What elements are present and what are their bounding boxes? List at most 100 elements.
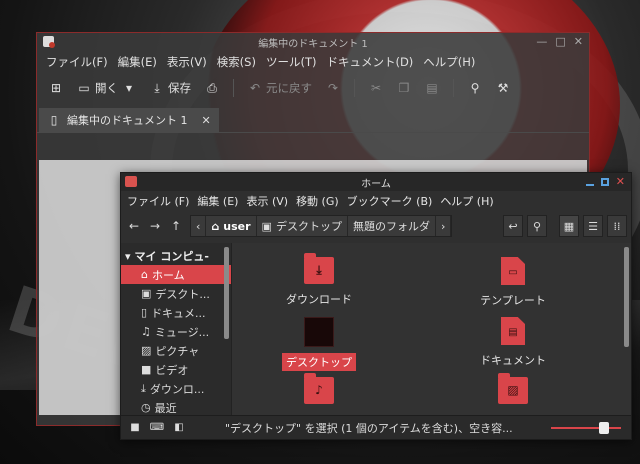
file-view[interactable]: ⤓ ダウンロード ▭ テンプレート デスクトップ ▤ ドキュメント ♪ ▨ xyxy=(231,243,631,415)
menu-edit[interactable]: 編集 (E) xyxy=(193,193,242,209)
compact-view-icon[interactable]: ⁞⁞ xyxy=(607,215,627,237)
scissors-icon: ✂ xyxy=(370,81,382,95)
home-icon: ⌂ xyxy=(141,268,148,281)
list-view-icon[interactable]: ☰ xyxy=(583,215,603,237)
sidebar-section-label: マイ コンピュ- xyxy=(134,250,209,263)
documents-folder-icon: ▤ xyxy=(501,317,525,345)
redo-icon: ↷ xyxy=(327,81,339,95)
menu-tools[interactable]: ツール(T) xyxy=(261,54,322,70)
paste-button[interactable]: ▤ xyxy=(421,79,443,97)
terminal-icon[interactable]: ⌨ xyxy=(149,420,165,436)
folder-item-desktop[interactable]: デスクトップ xyxy=(264,317,374,371)
breadcrumb-scroll-left[interactable]: ‹ xyxy=(191,216,207,236)
sidebar-item-pictures[interactable]: ▨ ピクチャ xyxy=(121,341,231,360)
menu-help[interactable]: ヘルプ(H) xyxy=(418,54,480,70)
search-icon[interactable]: ⚲ xyxy=(527,215,547,237)
toolbar-spacer xyxy=(551,215,555,237)
editor-titlebar[interactable]: 編集中のドキュメント 1 — □ ✕ xyxy=(37,33,589,51)
folder-item-pictures[interactable]: ▨ xyxy=(458,373,568,404)
breadcrumb-untitled-folder[interactable]: 無題のフォルダ xyxy=(348,216,436,236)
menu-file[interactable]: ファイル (F) xyxy=(123,193,193,209)
sidebar-item-downloads[interactable]: ⤓ ダウンロ... xyxy=(121,379,231,398)
folder-item-music[interactable]: ♪ xyxy=(264,373,374,404)
chevron-down-icon[interactable]: ▾ xyxy=(122,81,136,95)
maximize-button[interactable]: □ xyxy=(555,35,565,48)
zoom-slider-track[interactable] xyxy=(551,426,621,429)
icon-view-icon[interactable]: ▦ xyxy=(559,215,579,237)
download-icon: ⤓ xyxy=(141,381,146,395)
undo-button-label: 元に戻す xyxy=(266,81,312,95)
sidebar-toggle-icon[interactable]: ◧ xyxy=(171,420,187,436)
undo-button[interactable]: ↶ 元に戻す xyxy=(244,78,316,98)
new-document-button[interactable]: ⊞ xyxy=(45,79,67,97)
breadcrumb-home[interactable]: ⌂ user xyxy=(206,216,257,236)
sidebar-item-documents[interactable]: ▯ ドキュメ... xyxy=(121,303,231,322)
folder-item-documents[interactable]: ▤ ドキュメント xyxy=(458,317,568,369)
picture-icon: ▨ xyxy=(141,344,152,357)
menu-edit[interactable]: 編集(E) xyxy=(113,54,162,70)
folder-icon[interactable]: ■ xyxy=(127,420,143,436)
maximize-button[interactable] xyxy=(600,177,609,186)
toolbar-divider xyxy=(453,79,454,97)
sidebar-item-music[interactable]: ♫ ミュージ... xyxy=(121,322,231,341)
sidebar-scrollbar[interactable] xyxy=(224,247,229,339)
zoom-slider-handle[interactable] xyxy=(599,421,609,434)
find-button[interactable]: ⚲ xyxy=(464,79,486,97)
places-sidebar: ▾ マイ コンピュ- ⌂ ホーム ▣ デスクト... ▯ ドキュメ... ♫ ミ… xyxy=(121,243,231,415)
breadcrumb-scroll-right[interactable]: › xyxy=(436,216,452,236)
editor-window-title: 編集中のドキュメント 1 xyxy=(258,38,368,50)
minimize-button[interactable] xyxy=(585,183,594,186)
document-tab-label: 編集中のドキュメント 1 xyxy=(67,114,188,127)
chevron-down-icon[interactable]: ▾ xyxy=(125,250,131,263)
folder-app-icon xyxy=(125,176,137,187)
file-view-scrollbar[interactable] xyxy=(624,247,629,347)
sidebar-item-desktop[interactable]: ▣ デスクト... xyxy=(121,284,231,303)
sidebar-section-header[interactable]: ▾ マイ コンピュ- xyxy=(121,247,231,265)
open-button-label: 開く xyxy=(95,81,118,95)
new-document-icon: ⊞ xyxy=(50,81,62,95)
document-icon: ▯ xyxy=(141,306,148,319)
desktop-icon: ▣ xyxy=(141,287,152,300)
sidebar-item-recent[interactable]: ◷ 最近 xyxy=(121,398,231,415)
cut-button[interactable]: ✂ xyxy=(365,79,387,97)
folder-item-templates[interactable]: ▭ テンプレート xyxy=(458,257,568,309)
replace-button[interactable]: ⚒ xyxy=(492,79,514,97)
redo-button[interactable]: ↷ xyxy=(322,79,344,97)
menu-documents[interactable]: ドキュメント(D) xyxy=(321,54,418,70)
breadcrumb-desktop[interactable]: ▣ デスクトップ xyxy=(257,216,348,236)
breadcrumb-label: user xyxy=(223,219,251,233)
file-manager-window[interactable]: ホーム ✕ ファイル (F) 編集 (E) 表示 (V) 移動 (G) ブックマ… xyxy=(120,172,632,440)
print-button[interactable]: ⎙ xyxy=(201,79,223,98)
open-button[interactable]: ▭ 開く ▾ xyxy=(73,78,140,98)
tools-icon: ⚒ xyxy=(497,81,509,95)
menu-search[interactable]: 検索(S) xyxy=(212,54,261,70)
breadcrumb: ‹ ⌂ user ▣ デスクトップ 無題のフォルダ › xyxy=(190,215,453,237)
close-tab-icon[interactable]: ✕ xyxy=(202,114,211,127)
menu-bookmarks[interactable]: ブックマーク (B) xyxy=(343,193,437,209)
menu-file[interactable]: ファイル(F) xyxy=(41,54,113,70)
sidebar-item-home[interactable]: ⌂ ホーム xyxy=(121,265,231,284)
menu-help[interactable]: ヘルプ (H) xyxy=(436,193,497,209)
back-arrow-icon[interactable]: ← xyxy=(125,215,143,237)
editor-app-icon xyxy=(43,36,55,48)
document-tab[interactable]: ▯ 編集中のドキュメント 1 ✕ xyxy=(39,108,219,132)
up-arrow-icon[interactable]: ↑ xyxy=(167,215,185,237)
sidebar-item-label: ダウンロ... xyxy=(149,382,205,396)
zoom-slider[interactable] xyxy=(551,420,621,436)
close-icon[interactable]: ✕ xyxy=(616,175,625,188)
sidebar-item-videos[interactable]: ■ ビデオ xyxy=(121,360,231,379)
toggle-location-icon[interactable]: ↩ xyxy=(503,215,523,237)
forward-arrow-icon[interactable]: → xyxy=(146,215,164,237)
minimize-button[interactable]: — xyxy=(536,35,547,48)
close-button[interactable]: ✕ xyxy=(574,35,583,48)
save-button[interactable]: ⤓ 保存 xyxy=(146,78,195,98)
menu-go[interactable]: 移動 (G) xyxy=(292,193,343,209)
menu-view[interactable]: 表示(V) xyxy=(162,54,212,70)
file-manager-titlebar[interactable]: ホーム ✕ xyxy=(121,173,631,191)
menu-view[interactable]: 表示 (V) xyxy=(242,193,292,209)
sidebar-item-label: ホーム xyxy=(151,268,185,282)
file-manager-toolbar: ← → ↑ ‹ ⌂ user ▣ デスクトップ 無題のフォルダ › ↩ ⚲ ▦ … xyxy=(121,211,631,241)
copy-button[interactable]: ❐ xyxy=(393,79,415,97)
status-text: "デスクトップ" を選択 (1 個のアイテムを含む)、空き容... xyxy=(225,421,513,435)
folder-item-downloads[interactable]: ⤓ ダウンロード xyxy=(264,253,374,308)
